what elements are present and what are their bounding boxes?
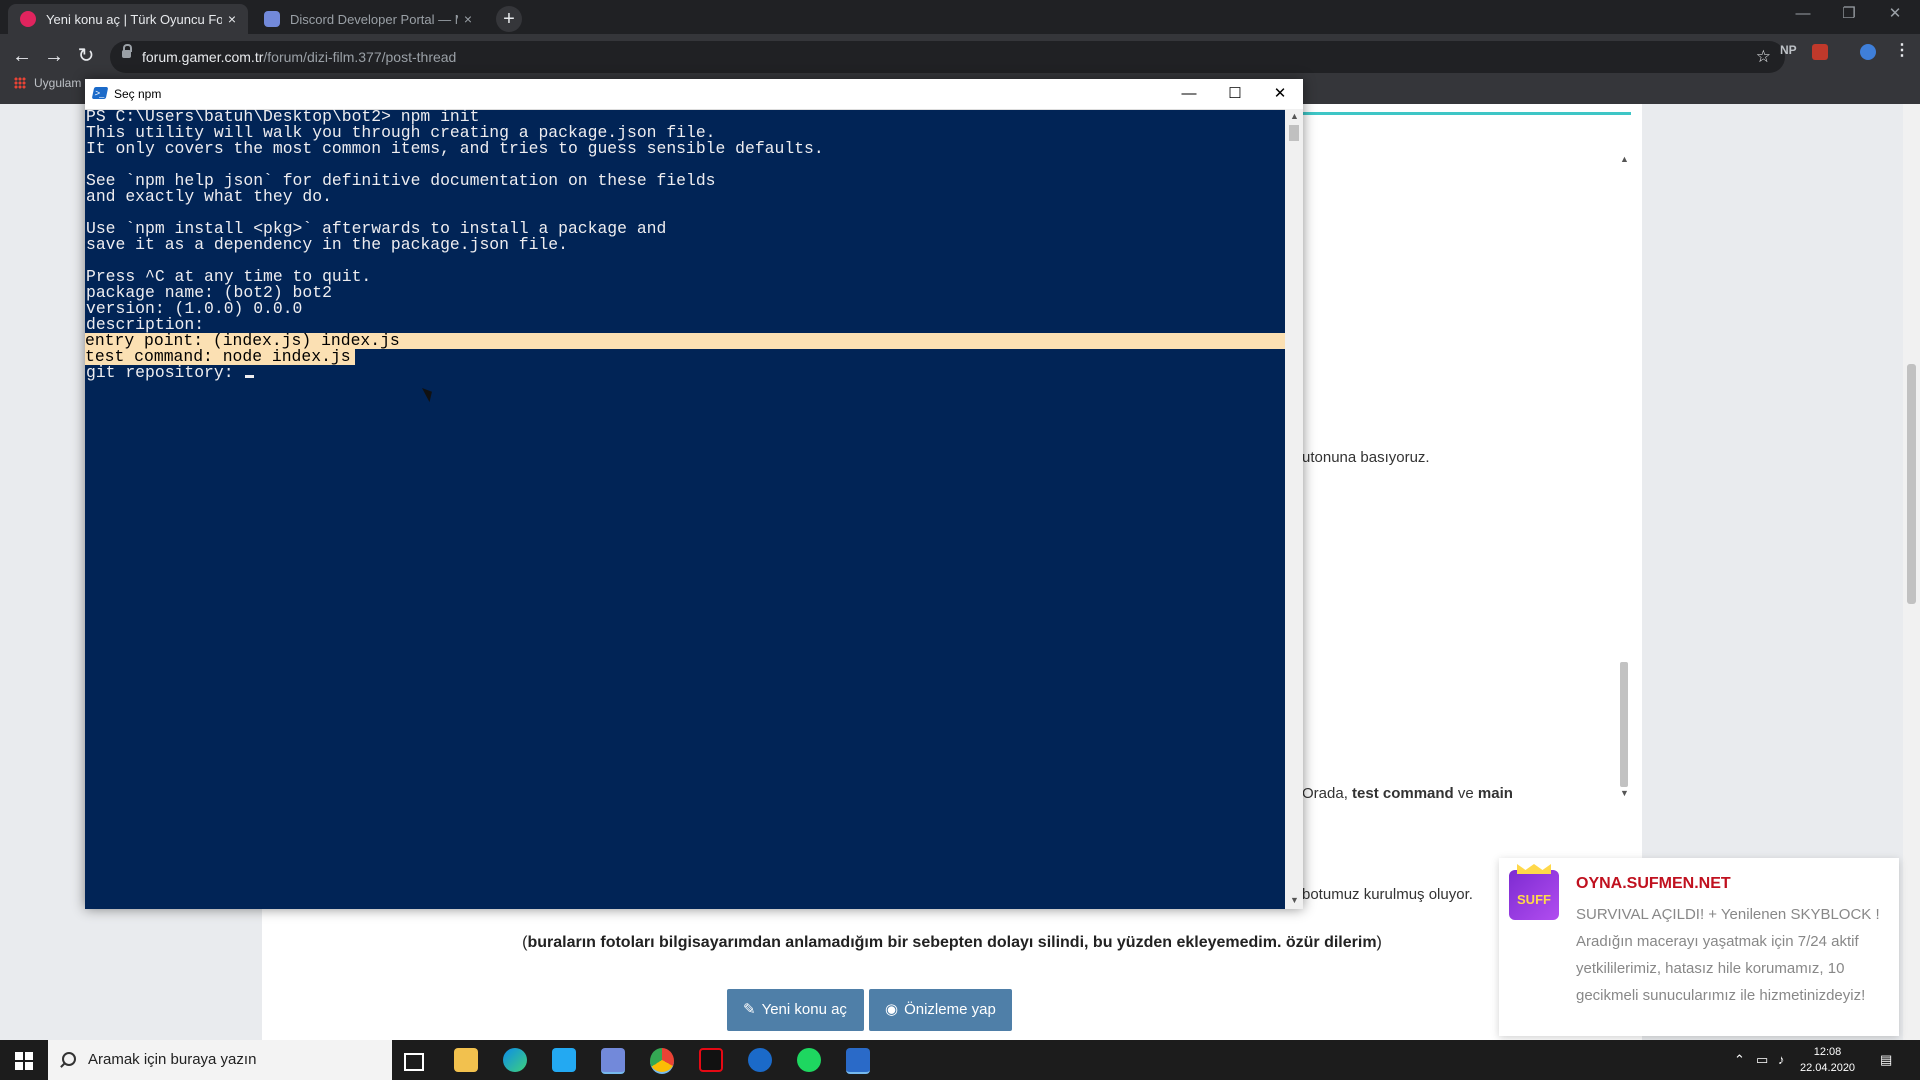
vscode-icon[interactable]	[552, 1048, 576, 1072]
terminal-line: and exactly what they do.	[86, 187, 332, 206]
terminal-line: It only covers the most common items, an…	[86, 139, 824, 158]
taskbar: Aramak için buraya yazın ⌃ ▭ ♪ 12:08 22.…	[0, 1040, 1920, 1080]
edit-icon: ✎	[743, 1001, 756, 1018]
new-thread-button[interactable]: ✎ Yeni konu aç	[727, 989, 864, 1031]
photo-note: (buraların fotoları bilgisayarımdan anla…	[522, 934, 1382, 951]
new-tab-button[interactable]: +	[496, 6, 522, 32]
np-extension-icon[interactable]: NP	[1780, 43, 1797, 57]
post-text-snippet: Orada, test command ve main	[1302, 785, 1513, 802]
scroll-up-icon[interactable]: ▲	[1620, 154, 1629, 164]
terminal-line: save it as a dependency in the package.j…	[86, 235, 568, 254]
tab-close-icon[interactable]: ×	[458, 11, 478, 27]
tab-discord[interactable]: Discord Developer Portal — My Applicatio…	[252, 4, 484, 34]
minimize-icon[interactable]: —	[1780, 0, 1826, 30]
discord-favicon-icon	[264, 11, 280, 27]
netflix-icon[interactable]	[699, 1048, 723, 1072]
windows-start-icon[interactable]	[0, 1040, 48, 1080]
clock-date: 22.04.2020	[1800, 1062, 1856, 1074]
adblock-extension-icon[interactable]	[1812, 44, 1828, 60]
preview-button[interactable]: ◉ Önizleme yap	[869, 989, 1012, 1031]
powershell-window[interactable]: >_ Seç npm — ☐ ✕ PS C:\Users\batuh\Deskt…	[85, 79, 1303, 909]
bookmarks-bar: Uygulam	[14, 76, 81, 90]
powershell-icon: >_	[91, 87, 109, 99]
post-text-snippet: utonuna basıyoruz.	[1302, 449, 1430, 466]
tray-chevron-icon[interactable]: ⌃	[1734, 1052, 1745, 1068]
search-icon	[62, 1052, 76, 1066]
profile-avatar-icon[interactable]	[1860, 44, 1876, 60]
bookmark-star-icon[interactable]: ☆	[1756, 47, 1771, 67]
text-cursor	[245, 375, 255, 378]
tab-forum[interactable]: Yeni konu aç | Türk Oyuncu Forumu ×	[8, 4, 248, 34]
forum-favicon-icon	[20, 11, 36, 27]
spotify-icon[interactable]	[797, 1048, 821, 1072]
clock[interactable]: 12:08 22.04.2020	[1800, 1044, 1855, 1076]
apps-grid-icon[interactable]	[14, 77, 26, 89]
terminal-scroll-thumb[interactable]	[1289, 125, 1299, 141]
scroll-down-icon[interactable]: ▼	[1620, 788, 1629, 798]
lock-icon	[122, 44, 132, 58]
tab-title: Yeni konu aç | Türk Oyuncu Forumu	[46, 11, 222, 27]
steam-icon[interactable]	[748, 1048, 772, 1072]
scroll-down-icon[interactable]: ▼	[1290, 895, 1299, 905]
maximize-icon[interactable]: ☐	[1212, 79, 1258, 109]
reload-icon[interactable]: ↻	[72, 42, 100, 70]
tab-title: Discord Developer Portal — My Applicatio…	[290, 11, 458, 27]
network-icon[interactable]: ▭	[1756, 1052, 1768, 1068]
terminal-titlebar[interactable]: >_ Seç npm — ☐ ✕	[85, 79, 1303, 110]
file-explorer-icon[interactable]	[454, 1048, 478, 1072]
discord-icon[interactable]	[601, 1048, 625, 1074]
close-icon[interactable]: ✕	[1257, 79, 1303, 109]
terminal-screen[interactable]: PS C:\Users\batuh\Desktop\bot2> npm init…	[85, 109, 1285, 909]
tab-strip: Yeni konu aç | Türk Oyuncu Forumu × Disc…	[0, 0, 1920, 34]
forward-icon[interactable]: →	[40, 42, 68, 70]
url-text: forum.gamer.com.tr/forum/dizi-film.377/p…	[142, 49, 457, 65]
volume-icon[interactable]: ♪	[1778, 1052, 1785, 1067]
powershell-taskbar-icon[interactable]	[846, 1048, 870, 1074]
page-scroll-thumb[interactable]	[1907, 364, 1916, 604]
menu-dots-icon[interactable]: ⋮	[1894, 40, 1910, 60]
back-icon[interactable]: ←	[8, 42, 36, 70]
editor-scroll-thumb[interactable]	[1620, 662, 1628, 787]
minimize-icon[interactable]: —	[1166, 79, 1212, 109]
eye-icon: ◉	[885, 1001, 899, 1018]
restore-icon[interactable]: ❐	[1826, 0, 1872, 30]
terminal-scrollbar[interactable]: ▲ ▼	[1285, 109, 1303, 909]
terminal-title: Seç npm	[114, 87, 162, 101]
chrome-icon[interactable]	[650, 1048, 674, 1074]
server-logo: SUFF	[1509, 870, 1559, 920]
crown-icon	[1517, 864, 1551, 874]
ad-text: SURVIVAL AÇILDI! + Yenilenen SKYBLOCK ! …	[1576, 906, 1880, 1004]
page-scrollbar[interactable]	[1903, 104, 1920, 1040]
post-text-snippet: botumuz kurulmuş oluyor.	[1302, 886, 1473, 903]
terminal-prompt-line[interactable]: git repository:	[86, 364, 255, 381]
notifications-icon[interactable]: ▤	[1880, 1052, 1892, 1068]
scroll-up-icon[interactable]: ▲	[1290, 111, 1299, 121]
ad-popup[interactable]: SUFF OYNA.SUFMEN.NET SURVIVAL AÇILDI! + …	[1499, 858, 1899, 1036]
task-view-icon[interactable]	[404, 1053, 424, 1071]
taskbar-search-box[interactable]: Aramak için buraya yazın	[48, 1040, 392, 1080]
edge-icon[interactable]	[503, 1048, 527, 1072]
tab-close-icon[interactable]: ×	[222, 11, 242, 27]
editor-scrollbar[interactable]: ▲ ▼	[1617, 152, 1631, 802]
search-placeholder: Aramak için buraya yazın	[88, 1051, 257, 1068]
close-window-icon[interactable]: ✕	[1872, 0, 1918, 30]
address-bar[interactable]: forum.gamer.com.tr/forum/dizi-film.377/p…	[110, 41, 1785, 73]
clock-time: 12:08	[1813, 1046, 1842, 1058]
ad-title[interactable]: OYNA.SUFMEN.NET	[1576, 875, 1731, 893]
bookmark-apps[interactable]: Uygulam	[34, 76, 81, 90]
